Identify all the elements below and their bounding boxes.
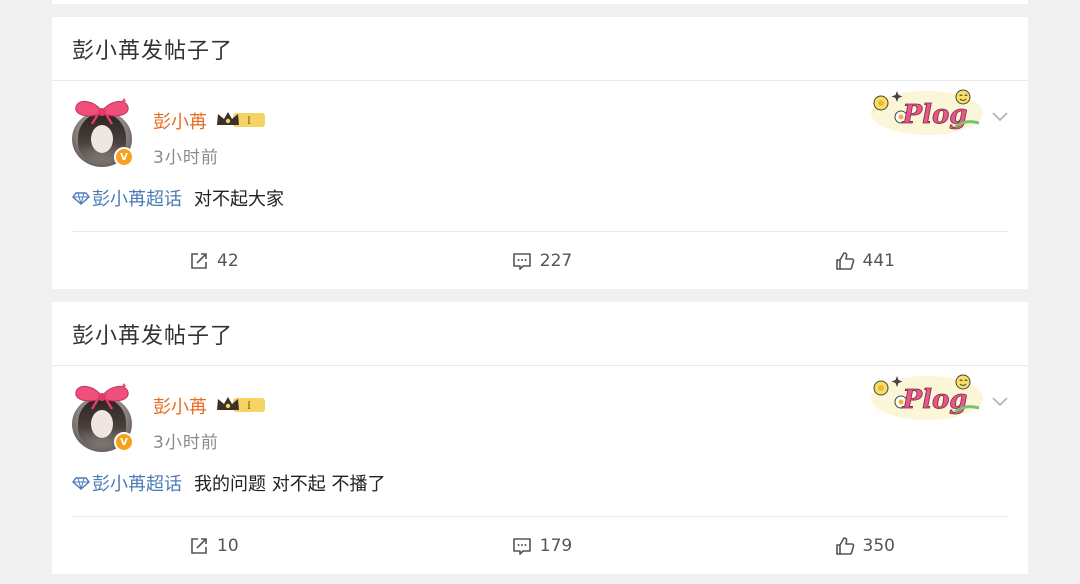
comment-button[interactable]: 179 (424, 517, 659, 574)
like-icon (835, 536, 854, 555)
card-title: 彭小苒发帖子了 (72, 38, 234, 64)
post-content: 对不起大家 (194, 189, 284, 210)
plog-sticker: Plog (871, 374, 983, 420)
previous-card-edge (52, 0, 1028, 4)
username[interactable]: 彭小苒 (153, 393, 207, 419)
like-button[interactable]: 441 (660, 232, 1008, 289)
supertopic-link[interactable]: 彭小苒超话 (72, 185, 182, 211)
username[interactable]: 彭小苒 (153, 108, 207, 134)
like-icon (835, 251, 854, 270)
comment-icon (512, 252, 531, 270)
comment-button[interactable]: 227 (424, 232, 659, 289)
post-body: V 彭小苒 I 3小时前 Plog (52, 81, 1028, 231)
card-header: 彭小苒发帖子了 (52, 302, 1028, 366)
card-header: 彭小苒发帖子了 (52, 17, 1028, 81)
post-content: 我的问题 对不起 不播了 (194, 474, 386, 495)
repost-icon (191, 252, 207, 269)
chevron-down-icon[interactable] (990, 394, 1010, 408)
like-count: 441 (862, 250, 895, 271)
bow-icon (75, 98, 129, 125)
like-button[interactable]: 350 (660, 517, 1008, 574)
level-badge-label: I (247, 401, 251, 412)
avatar[interactable]: V (70, 382, 134, 452)
post-timestamp: 3小时前 (153, 433, 219, 453)
comment-count: 227 (539, 250, 573, 271)
verified-icon: V (114, 147, 134, 167)
post-text: 彭小苒超话 对不起大家 (72, 185, 284, 211)
repost-count: 42 (217, 250, 239, 271)
plog-sticker: Plog (871, 89, 983, 135)
post-timestamp: 3小时前 (153, 148, 219, 168)
avatar[interactable]: V (70, 97, 134, 167)
like-count: 350 (862, 535, 895, 556)
chevron-down-icon[interactable] (990, 109, 1010, 123)
post-text: 彭小苒超话 我的问题 对不起 不播了 (72, 470, 385, 496)
supertopic-label: 彭小苒超话 (92, 474, 182, 495)
comment-count: 179 (539, 535, 573, 556)
verified-icon: V (114, 432, 134, 452)
action-bar: 42 227 441 (72, 231, 1008, 289)
supertopic-diamond-icon (72, 477, 90, 490)
level-badge-icon: I (217, 112, 265, 127)
comment-icon (512, 537, 531, 555)
repost-icon (191, 537, 207, 554)
repost-count: 10 (217, 535, 239, 556)
post-card: 彭小苒发帖子了 V 彭小苒 I 3小时前 (52, 17, 1028, 289)
supertopic-diamond-icon (72, 192, 90, 205)
level-badge-icon: I (217, 397, 265, 412)
level-badge-label: I (247, 116, 251, 127)
supertopic-label: 彭小苒超话 (92, 189, 182, 210)
post-card: 彭小苒发帖子了 V 彭小苒 I 3小时前 (52, 302, 1028, 574)
supertopic-link[interactable]: 彭小苒超话 (72, 470, 182, 496)
repost-button[interactable]: 42 (72, 232, 424, 289)
repost-button[interactable]: 10 (72, 517, 424, 574)
bow-icon (75, 383, 129, 410)
post-body: V 彭小苒 I 3小时前 Plog (52, 366, 1028, 516)
card-title: 彭小苒发帖子了 (72, 323, 234, 349)
action-bar: 10 179 350 (72, 516, 1008, 574)
